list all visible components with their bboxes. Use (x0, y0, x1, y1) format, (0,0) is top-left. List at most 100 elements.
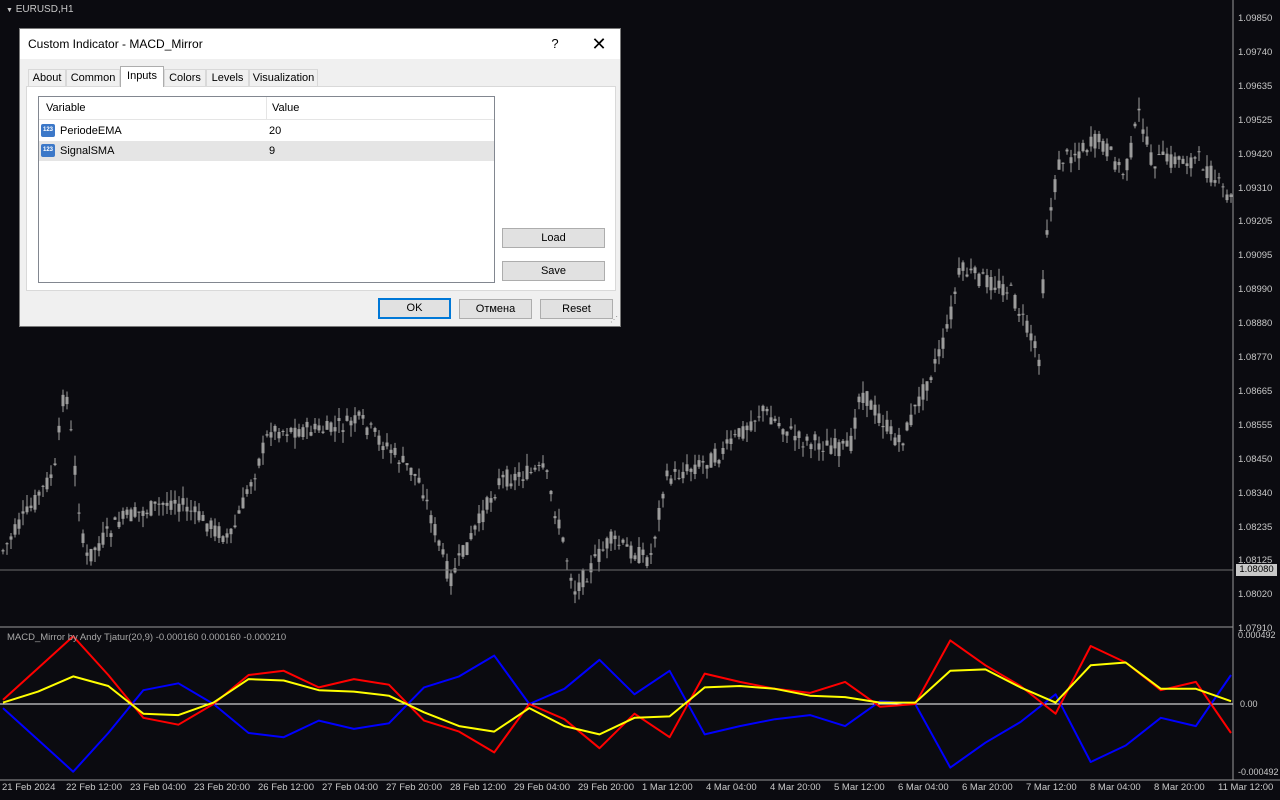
candle-body (801, 446, 805, 448)
candle-body (697, 460, 701, 467)
candle-body (485, 497, 489, 510)
candle-body (457, 553, 461, 556)
candle-body (1129, 142, 1133, 158)
candle-body (145, 512, 149, 515)
candle-body (1005, 292, 1009, 294)
candle-body (249, 482, 253, 487)
candle-body (701, 461, 705, 463)
candle-body (1077, 151, 1081, 159)
indicator-axis-zero: 0.00 (1240, 699, 1258, 709)
candle-body (1221, 186, 1225, 188)
time-tick: 21 Feb 2024 (2, 782, 56, 793)
candle-body (1121, 174, 1125, 176)
time-tick: 1 Mar 12:00 (642, 782, 693, 793)
candle-body (733, 434, 737, 436)
numeric-icon: 123 (41, 124, 55, 137)
candle-body (885, 419, 889, 432)
candle-body (581, 569, 585, 588)
candle-body (225, 533, 229, 538)
candle-body (1033, 341, 1037, 349)
indicator-label: MACD_Mirror by Andy Tjatur(20,9) -0.0001… (7, 632, 287, 643)
time-tick: 29 Feb 04:00 (514, 782, 570, 793)
candle-body (421, 495, 425, 499)
tab-inputs[interactable]: Inputs (120, 66, 164, 87)
candle-body (825, 440, 829, 446)
candle-body (377, 435, 381, 445)
dialog-titlebar[interactable]: Custom Indicator - MACD_Mirror ? ✕ (20, 29, 620, 59)
column-separator[interactable] (266, 97, 267, 119)
candle-body (169, 500, 173, 510)
candle-body (505, 469, 509, 487)
candle-body (549, 490, 553, 495)
numeric-icon: 123 (41, 144, 55, 157)
candle-body (645, 557, 649, 567)
candle-body (917, 396, 921, 407)
candle-body (333, 427, 337, 432)
close-button[interactable]: ✕ (586, 33, 612, 55)
input-row-periodeema[interactable]: 123 PeriodeEMA 20 (39, 121, 494, 141)
candle-body (425, 499, 429, 502)
resize-grip-icon[interactable]: ⋰ (610, 315, 618, 324)
candle-body (285, 434, 289, 436)
candle-body (217, 526, 221, 538)
tab-colors[interactable]: Colors (164, 69, 206, 86)
candle-body (681, 471, 685, 479)
candle-body (965, 274, 969, 277)
candle-body (65, 396, 69, 405)
candle-body (93, 547, 97, 551)
candle-body (33, 494, 37, 510)
candle-body (25, 506, 29, 513)
ok-button[interactable]: OK (378, 298, 451, 319)
candle-body (501, 474, 505, 478)
candle-body (37, 491, 41, 496)
cancel-button[interactable]: Отмена (459, 299, 532, 319)
candle-body (1217, 177, 1221, 179)
candle-body (193, 506, 197, 513)
tab-visualization[interactable]: Visualization (249, 69, 318, 86)
candle-body (229, 528, 233, 535)
time-tick: 8 Mar 04:00 (1090, 782, 1141, 793)
candle-body (1061, 162, 1065, 164)
time-tick: 4 Mar 04:00 (706, 782, 757, 793)
candle-body (113, 517, 117, 520)
candle-body (1169, 154, 1173, 168)
candle-body (961, 262, 965, 271)
help-button[interactable]: ? (542, 33, 568, 55)
candle-body (537, 465, 541, 467)
candle-body (593, 554, 597, 557)
save-button[interactable]: Save (502, 261, 605, 281)
candle-body (561, 537, 565, 542)
candle-body (313, 423, 317, 430)
candle-body (209, 520, 213, 530)
candle-body (325, 421, 329, 430)
candle-body (1213, 180, 1217, 183)
time-tick: 28 Feb 12:00 (450, 782, 506, 793)
input-row-signalsma[interactable]: 123 SignalSMA 9 (39, 141, 494, 161)
candle-body (757, 416, 761, 418)
candle-body (621, 539, 625, 543)
candle-body (709, 453, 713, 468)
candle-body (745, 425, 749, 431)
candle-body (321, 431, 325, 433)
tab-common[interactable]: Common (66, 69, 120, 86)
candle-body (661, 493, 665, 499)
price-tick: 1.08990 (1238, 284, 1273, 296)
inputs-list[interactable]: Variable Value 123 PeriodeEMA 20 123 Sig… (38, 96, 495, 283)
tab-levels[interactable]: Levels (206, 69, 249, 86)
candle-body (89, 548, 93, 562)
load-button[interactable]: Load (502, 228, 605, 248)
candle-body (329, 422, 333, 432)
input-value[interactable]: 20 (269, 125, 281, 137)
input-value[interactable]: 9 (269, 145, 275, 157)
candle-body (357, 411, 361, 416)
reset-button[interactable]: Reset (540, 299, 613, 319)
candle-body (97, 543, 101, 551)
candle-body (845, 440, 849, 447)
candle-body (1057, 159, 1061, 170)
symbol-label: ▼ EURUSD,H1 (6, 4, 74, 15)
candle-body (1173, 156, 1177, 165)
column-value[interactable]: Value (272, 102, 299, 114)
column-variable[interactable]: Variable (46, 102, 86, 114)
tab-about[interactable]: About (28, 69, 66, 86)
candle-body (685, 464, 689, 472)
